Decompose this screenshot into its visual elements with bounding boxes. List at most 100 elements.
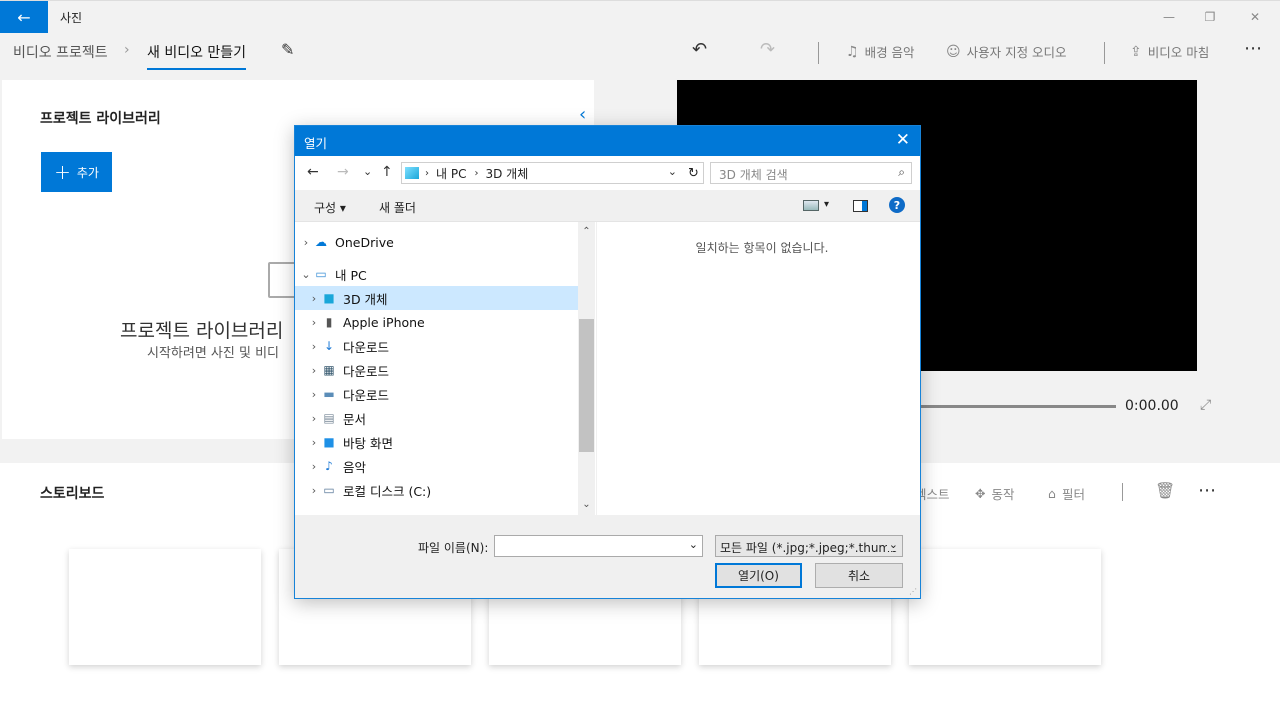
playback-scrubber[interactable]: [921, 405, 1116, 408]
tree-item[interactable]: › ■ 3D 개체: [295, 286, 578, 310]
tree-item-label: 문서: [343, 411, 367, 427]
restore-button[interactable]: ❐: [1200, 7, 1220, 27]
expand-right-chevron-icon[interactable]: ›: [307, 412, 321, 425]
organize-button[interactable]: 구성 ▾: [314, 199, 346, 216]
resize-grip-icon[interactable]: ⋰: [909, 587, 917, 596]
filename-input[interactable]: ⌄: [494, 535, 703, 557]
tree-item-label: 다운로드: [343, 387, 390, 403]
undo-icon[interactable]: ↶: [692, 39, 707, 60]
back-button[interactable]: ←: [0, 1, 48, 33]
storyboard-slot[interactable]: [909, 549, 1101, 665]
tree-item[interactable]: › ↓ 다운로드: [295, 334, 578, 358]
nav-back-icon[interactable]: ←: [307, 164, 319, 180]
change-view-icon[interactable]: [803, 200, 819, 211]
tree-item[interactable]: › ☁ OneDrive: [295, 230, 578, 254]
trash-icon[interactable]: 🗑: [1155, 481, 1175, 500]
background-music-button[interactable]: ♫ 배경 음악: [846, 42, 915, 61]
address-separator-icon: ›: [425, 167, 429, 179]
view-dropdown-icon[interactable]: ▾: [824, 199, 829, 210]
desktop-icon: ■: [323, 435, 335, 449]
new-folder-button[interactable]: 새 폴더: [379, 199, 416, 216]
tree-item[interactable]: › ▮ Apple iPhone: [295, 310, 578, 334]
finish-video-button[interactable]: ⇪ 비디오 마침: [1130, 42, 1209, 61]
tree-item[interactable]: › ▬ 다운로드: [295, 382, 578, 406]
pictures-icon: ▬: [323, 387, 335, 401]
refresh-icon[interactable]: ↻: [684, 162, 704, 184]
expand-right-chevron-icon[interactable]: ›: [307, 364, 321, 377]
tree-item-label: OneDrive: [335, 234, 394, 250]
drive-icon: ▭: [323, 483, 335, 497]
nav-up-icon[interactable]: ↑: [381, 164, 393, 180]
motion-button[interactable]: ✥ 동작: [975, 484, 1015, 503]
iphone-icon: ▮: [325, 315, 333, 329]
tree-item[interactable]: › ▤ 문서: [295, 406, 578, 430]
address-segment-3d-objects[interactable]: 3D 개체: [485, 165, 528, 182]
search-input[interactable]: 3D 개체 검색 ⌕: [710, 162, 912, 184]
open-button[interactable]: 열기(O): [715, 563, 802, 588]
tree-item[interactable]: › ■ 바탕 화면: [295, 430, 578, 454]
expand-down-chevron-icon[interactable]: ⌄: [299, 268, 313, 281]
redo-icon[interactable]: ↷: [760, 39, 775, 60]
storyboard-more-icon[interactable]: ⋯: [1198, 480, 1217, 501]
motion-icon: ✥: [975, 486, 986, 501]
finish-video-label: 비디오 마침: [1147, 45, 1210, 60]
tree-item-label: 다운로드: [343, 339, 390, 355]
minimize-button[interactable]: —: [1159, 7, 1179, 27]
open-file-dialog: 열기 ✕ ← → ⌄ ↑ › 내 PC › 3D 개체 ⌄ ↻ 3D 개체 검색…: [294, 125, 921, 599]
filter-button[interactable]: ⌂ 필터: [1048, 484, 1085, 503]
expand-right-chevron-icon[interactable]: ›: [307, 436, 321, 449]
help-icon[interactable]: ?: [889, 197, 905, 213]
tree-item-label: 다운로드: [343, 363, 390, 379]
motion-label: 동작: [991, 487, 1015, 502]
address-bar[interactable]: › 내 PC › 3D 개체 ⌄: [401, 162, 704, 184]
expand-right-chevron-icon[interactable]: ›: [307, 340, 321, 353]
preview-pane-icon[interactable]: [853, 200, 868, 212]
close-window-button[interactable]: ✕: [1245, 7, 1265, 27]
expand-right-chevron-icon[interactable]: ›: [307, 388, 321, 401]
dialog-command-bar: 구성 ▾ 새 폴더 ▾ ?: [295, 190, 920, 222]
custom-audio-button[interactable]: ☺ 사용자 지정 오디오: [946, 42, 1067, 61]
file-list-pane: 일치하는 항목이 없습니다.: [597, 222, 920, 515]
expand-right-chevron-icon[interactable]: ›: [307, 316, 321, 329]
scroll-up-icon[interactable]: ⌃: [578, 226, 595, 237]
background-music-label: 배경 음악: [864, 45, 915, 60]
tree-item-label: 바탕 화면: [343, 435, 393, 451]
tree-item[interactable]: › ▭ 로컬 디스크 (C:): [295, 478, 578, 502]
app-title: 사진: [60, 11, 83, 25]
tree-item-label: 3D 개체: [343, 291, 388, 307]
add-button[interactable]: + 추가: [41, 152, 112, 192]
expand-right-chevron-icon[interactable]: ›: [307, 484, 321, 497]
more-options-icon[interactable]: ⋯: [1244, 38, 1263, 59]
breadcrumb-video-projects[interactable]: 비디오 프로젝트: [13, 42, 108, 62]
address-segment-my-pc[interactable]: 내 PC: [436, 165, 466, 182]
storyboard-slot[interactable]: [69, 549, 261, 665]
dialog-footer: 파일 이름(N): ⌄ 모든 파일 (*.jpg;*.jpeg;*.thumb …: [295, 515, 920, 598]
plus-icon: +: [54, 160, 71, 184]
expand-right-chevron-icon[interactable]: ›: [299, 236, 313, 249]
film-icon: ▦: [323, 363, 335, 377]
search-placeholder: 3D 개체 검색: [719, 168, 788, 182]
scrollbar-thumb[interactable]: [579, 319, 594, 452]
cancel-button[interactable]: 취소: [815, 563, 903, 588]
tree-item-label: 음악: [343, 459, 367, 475]
navigation-scrollbar[interactable]: ⌃ ⌄: [578, 222, 595, 515]
3d-objects-icon: [405, 167, 419, 179]
timecode: 0:00.00: [1125, 398, 1179, 414]
address-dropdown-icon[interactable]: ⌄: [668, 165, 677, 178]
expand-right-chevron-icon[interactable]: ›: [307, 292, 321, 305]
file-type-filter[interactable]: 모든 파일 (*.jpg;*.jpeg;*.thumb ⌄: [715, 535, 903, 557]
storyboard-title: 스토리보드: [40, 486, 105, 502]
tree-item[interactable]: ⌄ ▭ 내 PC: [295, 262, 578, 286]
dialog-navigation-row: ← → ⌄ ↑ › 내 PC › 3D 개체 ⌄ ↻ 3D 개체 검색 ⌕: [295, 156, 920, 190]
nav-forward-icon[interactable]: →: [337, 164, 349, 180]
rename-pencil-icon[interactable]: ✎: [281, 40, 294, 59]
fullscreen-icon[interactable]: ⤢: [1200, 397, 1211, 413]
dialog-close-icon[interactable]: ✕: [896, 130, 910, 150]
scroll-down-icon[interactable]: ⌄: [578, 499, 595, 510]
recent-locations-icon[interactable]: ⌄: [363, 165, 372, 178]
filename-dropdown-icon[interactable]: ⌄: [689, 538, 698, 551]
collapse-chevron-icon[interactable]: ‹: [579, 104, 586, 125]
tree-item[interactable]: › ▦ 다운로드: [295, 358, 578, 382]
expand-right-chevron-icon[interactable]: ›: [307, 460, 321, 473]
tree-item[interactable]: › ♪ 음악: [295, 454, 578, 478]
